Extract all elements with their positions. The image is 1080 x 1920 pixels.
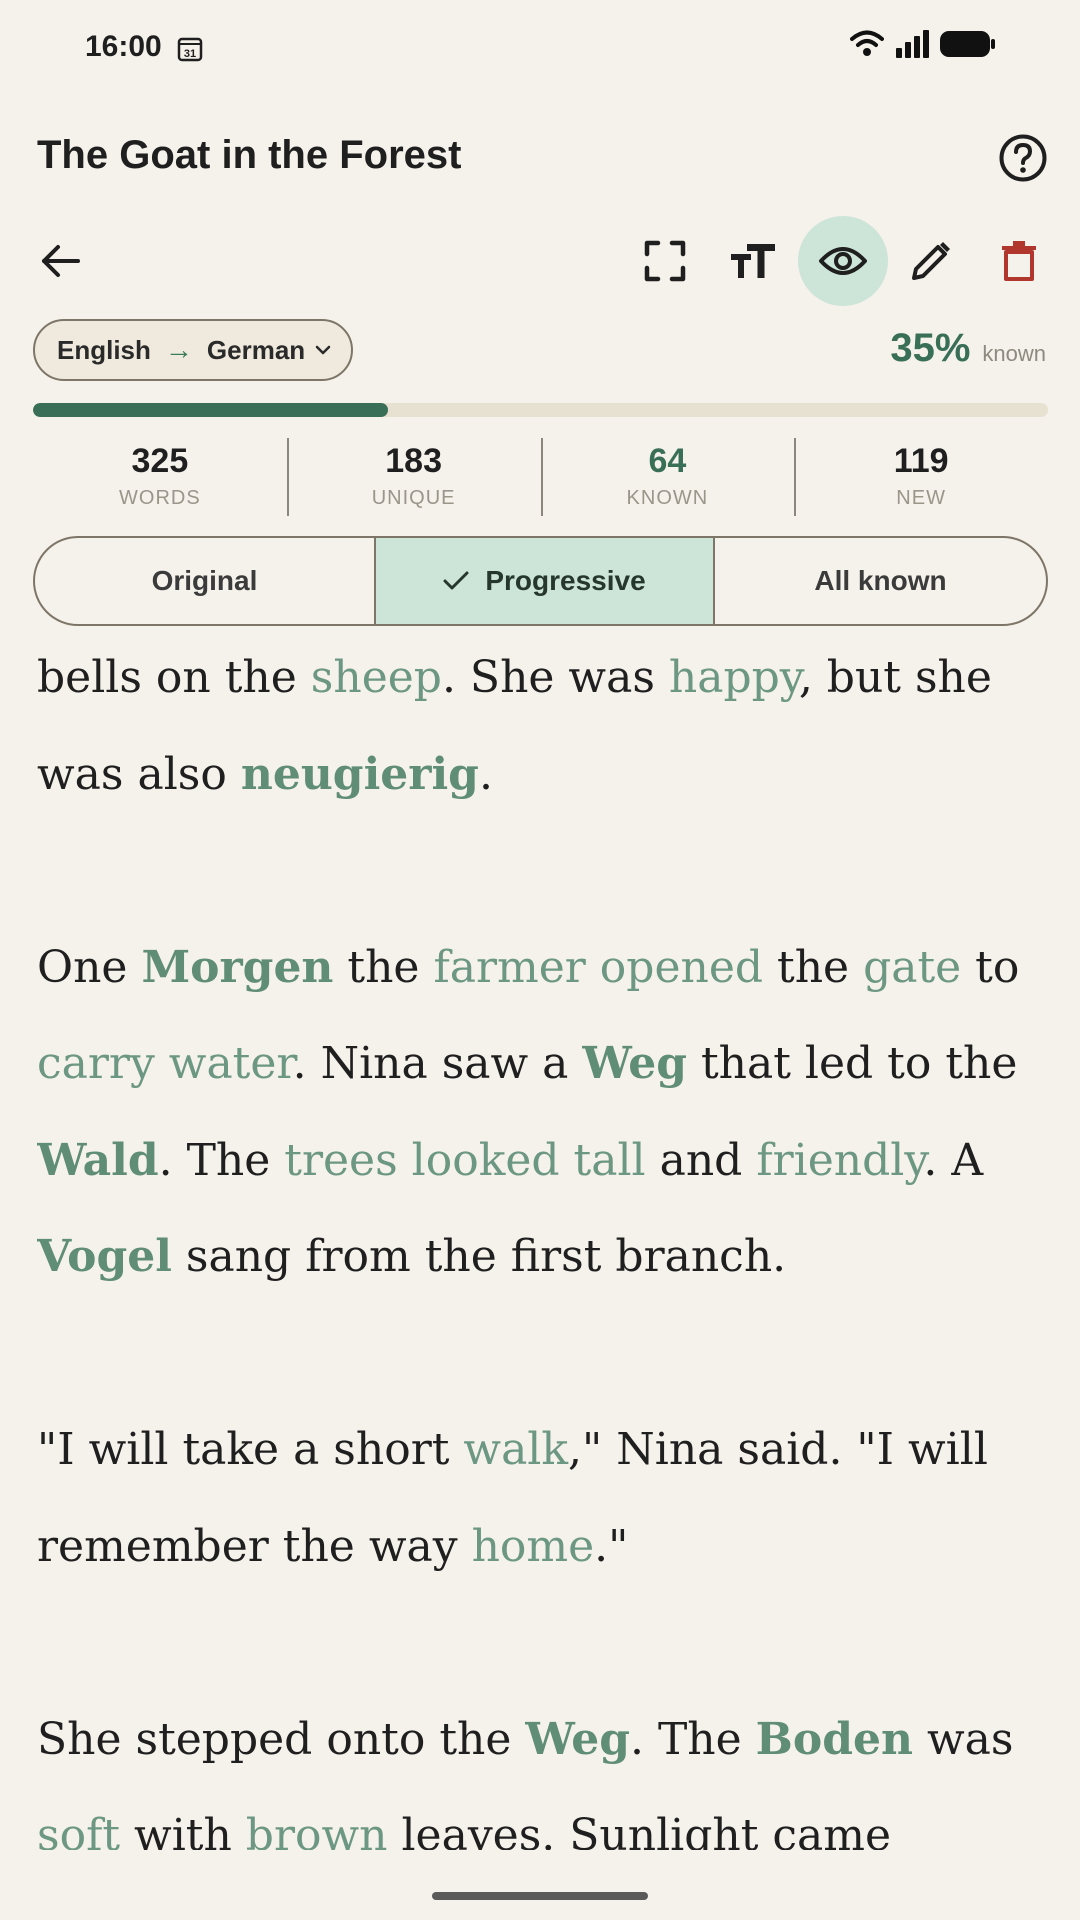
source-language: English	[57, 334, 151, 365]
vocab-word[interactable]: sheep	[311, 652, 442, 703]
stat-label: WORDS	[119, 487, 201, 509]
paragraph: She stepped onto the Weg. The Boden was …	[37, 1692, 1047, 1851]
stat-known: 64 KNOWN	[540, 436, 795, 516]
vocab-word[interactable]: farmer opened	[433, 942, 763, 993]
vocab-word[interactable]: home	[472, 1521, 595, 1572]
mode-all-known[interactable]: All known	[713, 538, 1046, 624]
home-indicator	[432, 1892, 648, 1900]
system-icons	[850, 30, 996, 58]
paragraph: "I will take a short walk," Nina said. "…	[37, 1424, 988, 1572]
wifi-icon	[850, 30, 884, 56]
vocab-word[interactable]: walk	[463, 1424, 568, 1475]
vocab-word[interactable]: happy	[669, 652, 799, 703]
text-size-icon	[731, 244, 775, 278]
mode-segmented-control: Original Progressive All known	[33, 536, 1048, 626]
vocab-word[interactable]: gate	[863, 942, 961, 993]
eye-icon	[819, 247, 867, 275]
known-progress-bar	[33, 403, 1048, 417]
paragraph: bells on the sheep. She was happy, but s…	[37, 652, 992, 800]
pencil-icon	[912, 242, 950, 280]
battery-icon	[940, 31, 995, 57]
stat-label: NEW	[896, 487, 946, 509]
language-selector[interactable]: English → German	[33, 319, 353, 381]
mode-progressive[interactable]: Progressive	[374, 538, 713, 624]
target-word[interactable]: Boden	[756, 1714, 913, 1765]
edit-button[interactable]	[886, 216, 976, 306]
reading-text: bells on the sheep. She was happy, but s…	[37, 630, 1047, 1850]
stat-value: 325	[131, 442, 189, 480]
target-word[interactable]: Vogel	[37, 1231, 172, 1282]
vocab-word[interactable]: trees looked tall	[284, 1135, 645, 1186]
known-percent-label: known	[982, 341, 1046, 366]
stat-value: 183	[385, 442, 442, 480]
arrow-right-icon: →	[164, 334, 193, 365]
check-icon	[443, 571, 469, 590]
known-percent-value: 35%	[890, 326, 971, 370]
back-arrow-icon[interactable]	[36, 236, 86, 286]
delete-button[interactable]	[974, 216, 1064, 306]
vocab-word[interactable]: carry water	[37, 1038, 293, 1089]
paragraph: One Morgen the farmer opened the gate to…	[37, 941, 1020, 1283]
help-icon[interactable]	[998, 133, 1048, 183]
signal-icon	[896, 30, 929, 58]
mode-progressive-label: Progressive	[485, 565, 646, 596]
stat-value: 64	[648, 442, 687, 480]
progress-fill	[33, 403, 389, 417]
page-title: The Goat in the Forest	[37, 133, 462, 177]
text-size-button[interactable]	[709, 216, 799, 306]
stat-label: KNOWN	[626, 487, 709, 509]
status-time: 16:00	[85, 30, 162, 63]
mode-original[interactable]: Original	[35, 538, 374, 624]
vocab-word[interactable]: soft	[37, 1810, 120, 1850]
stat-words: 325 WORDS	[33, 436, 287, 516]
target-word[interactable]: Wald	[37, 1135, 159, 1186]
vocab-word[interactable]: friendly	[756, 1135, 923, 1186]
target-word[interactable]: neugierig	[241, 749, 479, 800]
fullscreen-icon	[644, 240, 686, 282]
calendar-icon: 31	[177, 37, 203, 62]
target-word[interactable]: Weg	[525, 1714, 630, 1765]
status-bar: 16:00 31	[0, 0, 1080, 100]
known-percentage: 35% known	[890, 326, 1046, 371]
target-word[interactable]: Morgen	[141, 942, 333, 993]
stat-new: 119 NEW	[794, 436, 1048, 516]
stat-value: 119	[893, 442, 949, 480]
vocab-word[interactable]: brown	[246, 1810, 388, 1850]
trash-icon	[1002, 241, 1036, 281]
svg-text:31: 31	[184, 48, 196, 60]
chevron-down-icon	[315, 345, 331, 355]
word-stats: 325 WORDS 183 UNIQUE 64 KNOWN 119 NEW	[33, 436, 1048, 516]
fullscreen-button[interactable]	[620, 216, 710, 306]
stat-unique: 183 UNIQUE	[286, 436, 541, 516]
visibility-toggle-button[interactable]	[798, 216, 888, 306]
target-word[interactable]: Weg	[582, 1038, 687, 1089]
target-language: German	[206, 334, 306, 365]
stat-label: UNIQUE	[371, 487, 456, 509]
